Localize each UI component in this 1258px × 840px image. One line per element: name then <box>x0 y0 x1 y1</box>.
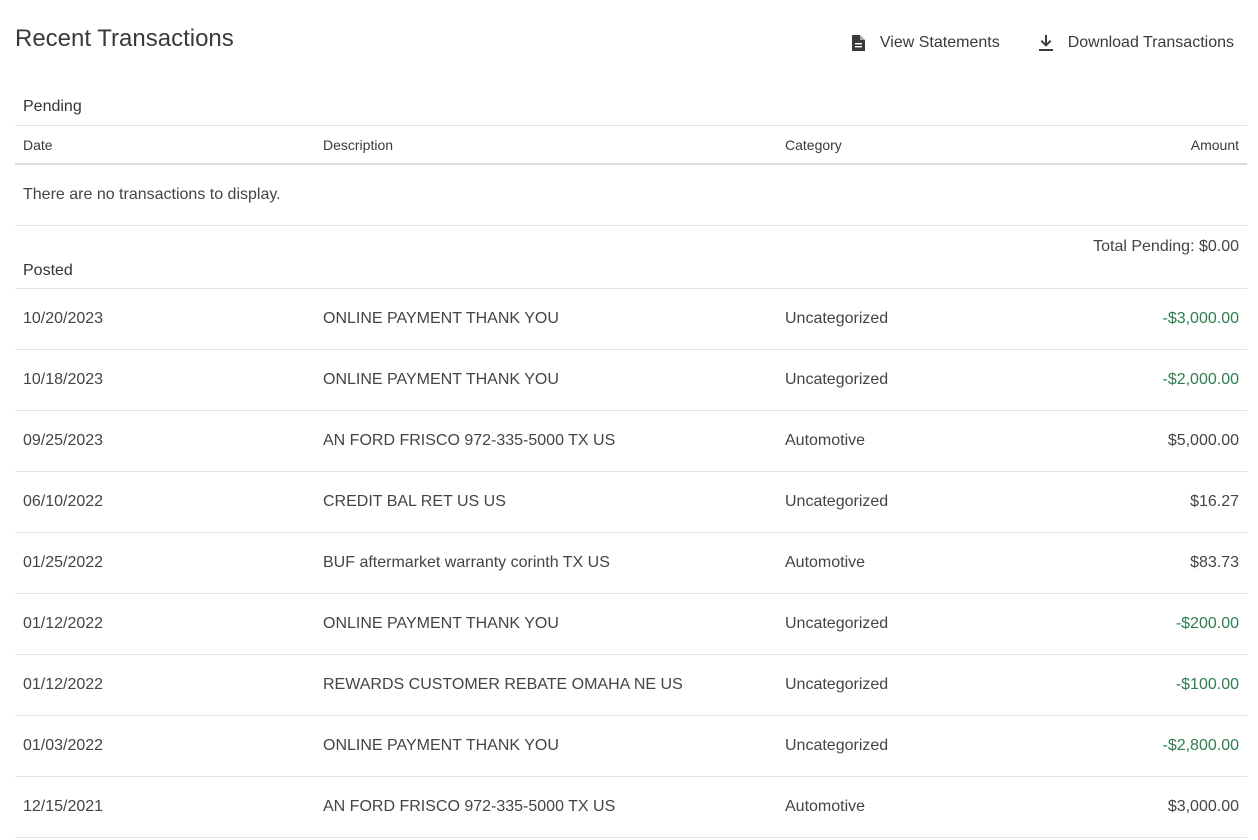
total-pending: Total Pending: $0.00 <box>1093 238 1239 255</box>
download-transactions-button[interactable]: Download Transactions <box>1038 30 1234 56</box>
posted-rows: 10/20/2023 ONLINE PAYMENT THANK YOU Unca… <box>15 289 1247 838</box>
row-date: 10/20/2023 <box>23 310 104 327</box>
row-category[interactable]: Automotive <box>785 432 1085 450</box>
row-category[interactable]: Uncategorized <box>785 615 1085 633</box>
row-category[interactable]: Uncategorized <box>785 737 1085 755</box>
pending-empty-message: There are no transactions to display. <box>15 165 1247 226</box>
row-amount: $3,000.00 <box>1167 798 1239 815</box>
table-row[interactable]: 01/03/2022 ONLINE PAYMENT THANK YOU Unca… <box>15 716 1247 777</box>
view-statements-label: View Statements <box>879 34 1000 51</box>
column-header-description[interactable]: Description <box>323 137 785 153</box>
row-date: 01/12/2022 <box>23 615 104 632</box>
row-date: 12/15/2021 <box>23 798 104 815</box>
row-category[interactable]: Uncategorized <box>785 676 1085 694</box>
table-row[interactable]: 09/25/2023 AN FORD FRISCO 972-335-5000 T… <box>15 411 1247 472</box>
table-row[interactable]: 12/15/2021 AN FORD FRISCO 972-335-5000 T… <box>15 777 1247 838</box>
page-title: Recent Transactions <box>15 25 234 52</box>
row-date: 01/12/2022 <box>23 676 104 693</box>
table-header: Date Description Category Amount <box>15 126 1247 165</box>
table-row[interactable]: 01/12/2022 REWARDS CUSTOMER REBATE OMAHA… <box>15 655 1247 716</box>
column-header-category[interactable]: Category <box>785 137 1085 153</box>
row-amount: -$2,800.00 <box>1162 737 1239 754</box>
download-transactions-label: Download Transactions <box>1067 34 1234 51</box>
download-icon <box>1038 35 1054 51</box>
row-amount: $5,000.00 <box>1167 432 1239 449</box>
row-date: 01/03/2022 <box>23 737 104 754</box>
row-category[interactable]: Uncategorized <box>785 310 1085 328</box>
row-description: AN FORD FRISCO 972-335-5000 TX US <box>323 798 616 815</box>
posted-section-label: Posted <box>23 262 73 279</box>
row-date: 01/25/2022 <box>23 554 104 571</box>
row-amount: -$100.00 <box>1175 676 1239 693</box>
view-statements-button[interactable]: View Statements <box>850 30 1000 56</box>
row-date: 09/25/2023 <box>23 432 104 449</box>
row-category[interactable]: Automotive <box>785 798 1085 816</box>
table-row[interactable]: 10/20/2023 ONLINE PAYMENT THANK YOU Unca… <box>15 289 1247 350</box>
row-description: REWARDS CUSTOMER REBATE OMAHA NE US <box>323 676 683 693</box>
row-date: 10/18/2023 <box>23 371 104 388</box>
toolbar: View Statements Download Transactions <box>812 30 1234 56</box>
row-category[interactable]: Uncategorized <box>785 371 1085 389</box>
row-description: AN FORD FRISCO 972-335-5000 TX US <box>323 432 616 449</box>
table-row[interactable]: 01/12/2022 ONLINE PAYMENT THANK YOU Unca… <box>15 594 1247 655</box>
table-row[interactable]: 01/25/2022 BUF aftermarket warranty cori… <box>15 533 1247 594</box>
row-description: ONLINE PAYMENT THANK YOU <box>323 310 559 327</box>
table-row[interactable]: 10/18/2023 ONLINE PAYMENT THANK YOU Unca… <box>15 350 1247 411</box>
row-category[interactable]: Uncategorized <box>785 493 1085 511</box>
row-description: ONLINE PAYMENT THANK YOU <box>323 737 559 754</box>
row-amount: $16.27 <box>1190 493 1239 510</box>
document-icon <box>850 35 866 51</box>
row-amount: $83.73 <box>1190 554 1239 571</box>
row-description: BUF aftermarket warranty corinth TX US <box>323 554 610 571</box>
row-amount: -$2,000.00 <box>1162 371 1239 388</box>
row-description: ONLINE PAYMENT THANK YOU <box>323 615 559 632</box>
row-date: 06/10/2022 <box>23 493 104 510</box>
pending-section-label: Pending <box>15 88 1247 126</box>
row-amount: -$3,000.00 <box>1162 310 1239 327</box>
row-amount: -$200.00 <box>1175 615 1239 632</box>
column-header-amount[interactable]: Amount <box>1085 137 1247 153</box>
transactions-table: Pending Date Description Category Amount… <box>15 88 1247 838</box>
table-row[interactable]: 06/10/2022 CREDIT BAL RET US US Uncatego… <box>15 472 1247 533</box>
row-description: ONLINE PAYMENT THANK YOU <box>323 371 559 388</box>
row-category[interactable]: Automotive <box>785 554 1085 572</box>
posted-section-header: Total Pending: $0.00 Posted <box>15 226 1247 289</box>
column-header-date[interactable]: Date <box>15 137 323 153</box>
row-description: CREDIT BAL RET US US <box>323 493 506 510</box>
